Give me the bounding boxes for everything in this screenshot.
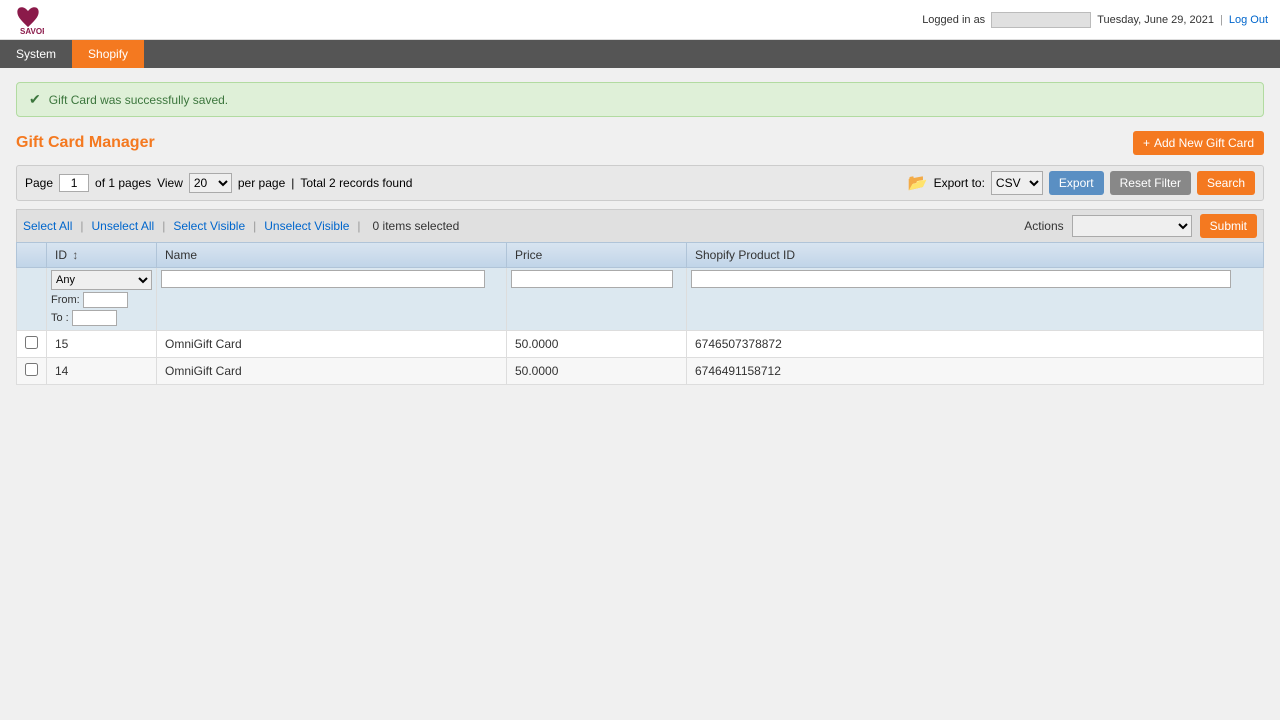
row1-checkbox-cell (17, 331, 47, 358)
svg-text:SAVOR: SAVOR (20, 27, 44, 36)
pagination-right: 📂 Export to: CSV Excel Export Reset Filt… (908, 171, 1255, 195)
search-button[interactable]: Search (1197, 171, 1255, 195)
row1-id: 15 (47, 331, 157, 358)
select-visible-link[interactable]: Select Visible (173, 219, 245, 233)
table-header-row: ID ↕ Name Price Shopify Product ID (17, 243, 1264, 268)
to-label: To : (51, 312, 69, 324)
nav-item-shopify[interactable]: Shopify (72, 40, 144, 68)
filter-shopify-id-input[interactable] (691, 270, 1231, 288)
date-text: Tuesday, June 29, 2021 (1097, 14, 1214, 26)
per-page-label: per page (238, 176, 285, 190)
export-format-select[interactable]: CSV Excel (991, 171, 1043, 195)
header-price: Price (507, 243, 687, 268)
success-icon: ✔ (29, 91, 41, 108)
filter-to-input[interactable] (72, 310, 117, 326)
logout-link[interactable]: Log Out (1229, 14, 1268, 26)
page-label: Page (25, 176, 53, 190)
from-label: From: (51, 294, 80, 306)
header-id[interactable]: ID ↕ (47, 243, 157, 268)
logo: SAVOR (12, 4, 44, 36)
row2-id: 14 (47, 358, 157, 385)
per-page-select[interactable]: 20 50 100 (189, 173, 232, 193)
toolbar-row: Select All | Unselect All | Select Visib… (16, 209, 1264, 242)
username-box (991, 12, 1091, 28)
filter-any-select[interactable]: Any From To (51, 270, 152, 290)
reset-filter-button[interactable]: Reset Filter (1110, 171, 1191, 195)
table-row: 14 OmniGift Card 50.0000 6746491158712 (17, 358, 1264, 385)
unselect-visible-link[interactable]: Unselect Visible (264, 219, 349, 233)
of-pages-label: of 1 pages (95, 176, 151, 190)
row2-checkbox-cell (17, 358, 47, 385)
row1-shopify-id: 6746507378872 (687, 331, 1264, 358)
actions-label: Actions (1024, 219, 1063, 233)
success-message: ✔ Gift Card was successfully saved. (16, 82, 1264, 117)
header-right: Logged in as Tuesday, June 29, 2021 | Lo… (922, 12, 1268, 28)
row2-name: OmniGift Card (157, 358, 507, 385)
nav-bar: System Shopify (0, 40, 1280, 68)
filter-price-cell (507, 268, 687, 331)
select-all-link[interactable]: Select All (23, 219, 72, 233)
row1-price: 50.0000 (507, 331, 687, 358)
data-table: ID ↕ Name Price Shopify Product ID (16, 242, 1264, 385)
export-icon: 📂 (908, 173, 928, 193)
total-records: Total 2 records found (300, 176, 412, 190)
submit-button[interactable]: Submit (1200, 214, 1257, 238)
row2-shopify-id: 6746491158712 (687, 358, 1264, 385)
unselect-all-link[interactable]: Unselect All (91, 219, 154, 233)
filter-price-input[interactable] (511, 270, 673, 288)
separator2: | (291, 176, 294, 190)
add-icon: + (1143, 136, 1150, 150)
table-row: 15 OmniGift Card 50.0000 6746507378872 (17, 331, 1264, 358)
page-title: Gift Card Manager (16, 134, 155, 152)
filter-name-input[interactable] (161, 270, 485, 288)
main-content: ✔ Gift Card was successfully saved. Gift… (0, 68, 1280, 568)
filter-name-cell (157, 268, 507, 331)
row1-name: OmniGift Card (157, 331, 507, 358)
logo-icon: SAVOR (12, 4, 44, 36)
filter-any-cell: Any From To From: To : (47, 268, 157, 331)
export-label: Export to: (934, 176, 985, 190)
nav-item-system[interactable]: System (0, 40, 72, 68)
page-input[interactable] (59, 174, 89, 192)
header: SAVOR Logged in as Tuesday, June 29, 202… (0, 0, 1280, 40)
add-button-label: Add New Gift Card (1154, 136, 1254, 150)
row2-checkbox[interactable] (25, 363, 38, 376)
header-checkbox-cell (17, 243, 47, 268)
header-separator: | (1220, 14, 1223, 26)
filter-from-input[interactable] (83, 292, 128, 308)
logged-in-label: Logged in as (922, 14, 985, 26)
filter-row: Any From To From: To : (17, 268, 1264, 331)
export-button[interactable]: Export (1049, 171, 1104, 195)
title-row: Gift Card Manager + Add New Gift Card (16, 131, 1264, 155)
sort-icon: ↕ (72, 248, 78, 262)
pagination-row: Page of 1 pages View 20 50 100 per page … (16, 165, 1264, 201)
view-label: View (157, 176, 183, 190)
success-text: Gift Card was successfully saved. (49, 93, 228, 107)
row2-price: 50.0000 (507, 358, 687, 385)
row1-checkbox[interactable] (25, 336, 38, 349)
add-new-gift-card-button[interactable]: + Add New Gift Card (1133, 131, 1264, 155)
selected-count: 0 items selected (373, 219, 460, 233)
filter-shopify-id-cell (687, 268, 1264, 331)
pagination-left: Page of 1 pages View 20 50 100 per page … (25, 173, 412, 193)
header-shopify-id: Shopify Product ID (687, 243, 1264, 268)
header-name: Name (157, 243, 507, 268)
actions-select[interactable] (1072, 215, 1192, 237)
